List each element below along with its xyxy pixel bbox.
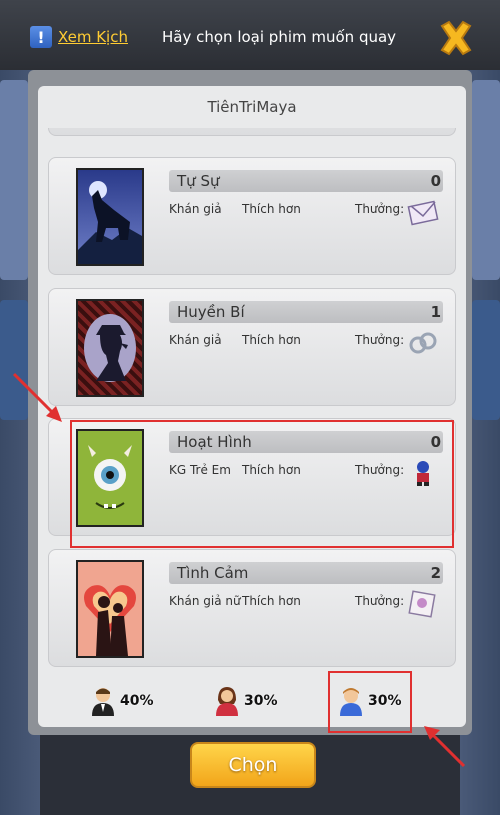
reward-label: Thưởng:: [355, 333, 405, 347]
preference-label: Thích hơn: [242, 202, 301, 216]
stat-value: 30%: [244, 693, 278, 709]
xem-kich-label: Xem Kịch: [58, 28, 128, 46]
dialog-title: Hãy chọn loại phim muốn quay: [162, 28, 397, 46]
background-door-right: [472, 80, 500, 280]
wolf-poster: [76, 168, 144, 266]
genre-card-tinh-cam[interactable]: Tình Cảm 2 Khán giả nữ Thích hơn Thưởng:: [48, 549, 456, 667]
preference-label: Thích hơn: [242, 333, 301, 347]
woman-avatar-icon: [216, 687, 238, 716]
genre-list[interactable]: Tự Sự 0 Khán giả Thích hơn Thưởng: Huyền…: [48, 128, 456, 673]
genre-card-huyen-bi[interactable]: Huyền Bí 1 Khán giả Thích hơn Thưởng:: [48, 288, 456, 406]
stat-female: 30%: [214, 686, 278, 716]
preference-label: Thích hơn: [242, 594, 301, 608]
reward-label: Thưởng:: [355, 594, 405, 608]
exclamation-icon: !: [30, 26, 52, 48]
list-title: TiênTriMaya: [207, 98, 297, 116]
stat-value: 40%: [120, 693, 154, 709]
couple-heart-poster: [76, 560, 144, 658]
audience-label: Khán giả: [169, 202, 222, 216]
reward-label: Thưởng:: [355, 202, 405, 216]
annotation-arrow-right: [424, 726, 466, 768]
xem-kich-button[interactable]: ! Xem Kịch: [30, 26, 128, 48]
audience-label: Khán giả nữ: [169, 594, 241, 608]
choose-button[interactable]: Chọn: [190, 742, 316, 788]
genre-name: Huyền Bí: [177, 303, 245, 321]
stat-male: 40%: [90, 686, 154, 716]
genre-card-tu-su[interactable]: Tự Sự 0 Khán giả Thích hơn Thưởng:: [48, 157, 456, 275]
envelope-icon: [407, 200, 439, 226]
genre-count: 1: [430, 303, 441, 321]
man-avatar-icon: [92, 688, 114, 716]
detective-poster: [76, 299, 144, 397]
close-button[interactable]: [437, 20, 475, 56]
list-item-partial: [48, 128, 456, 136]
genre-count: 2: [430, 564, 441, 582]
highlight-box-hoat-hinh: [70, 420, 454, 548]
highlight-box-child-stat: [328, 671, 412, 733]
background-machine-right: [472, 300, 500, 420]
annotation-arrow-left: [12, 372, 62, 422]
background-door-left: [0, 80, 28, 280]
handcuffs-icon: [409, 332, 437, 354]
dialog-header: ! Xem Kịch Hãy chọn loại phim muốn quay: [0, 0, 500, 70]
genre-name: Tình Cảm: [177, 564, 249, 582]
genre-name: Tự Sự: [177, 172, 220, 190]
audience-label: Khán giả: [169, 333, 222, 347]
genre-count: 0: [430, 172, 441, 190]
close-icon: [440, 20, 472, 56]
photo-frame-icon: [408, 590, 436, 618]
